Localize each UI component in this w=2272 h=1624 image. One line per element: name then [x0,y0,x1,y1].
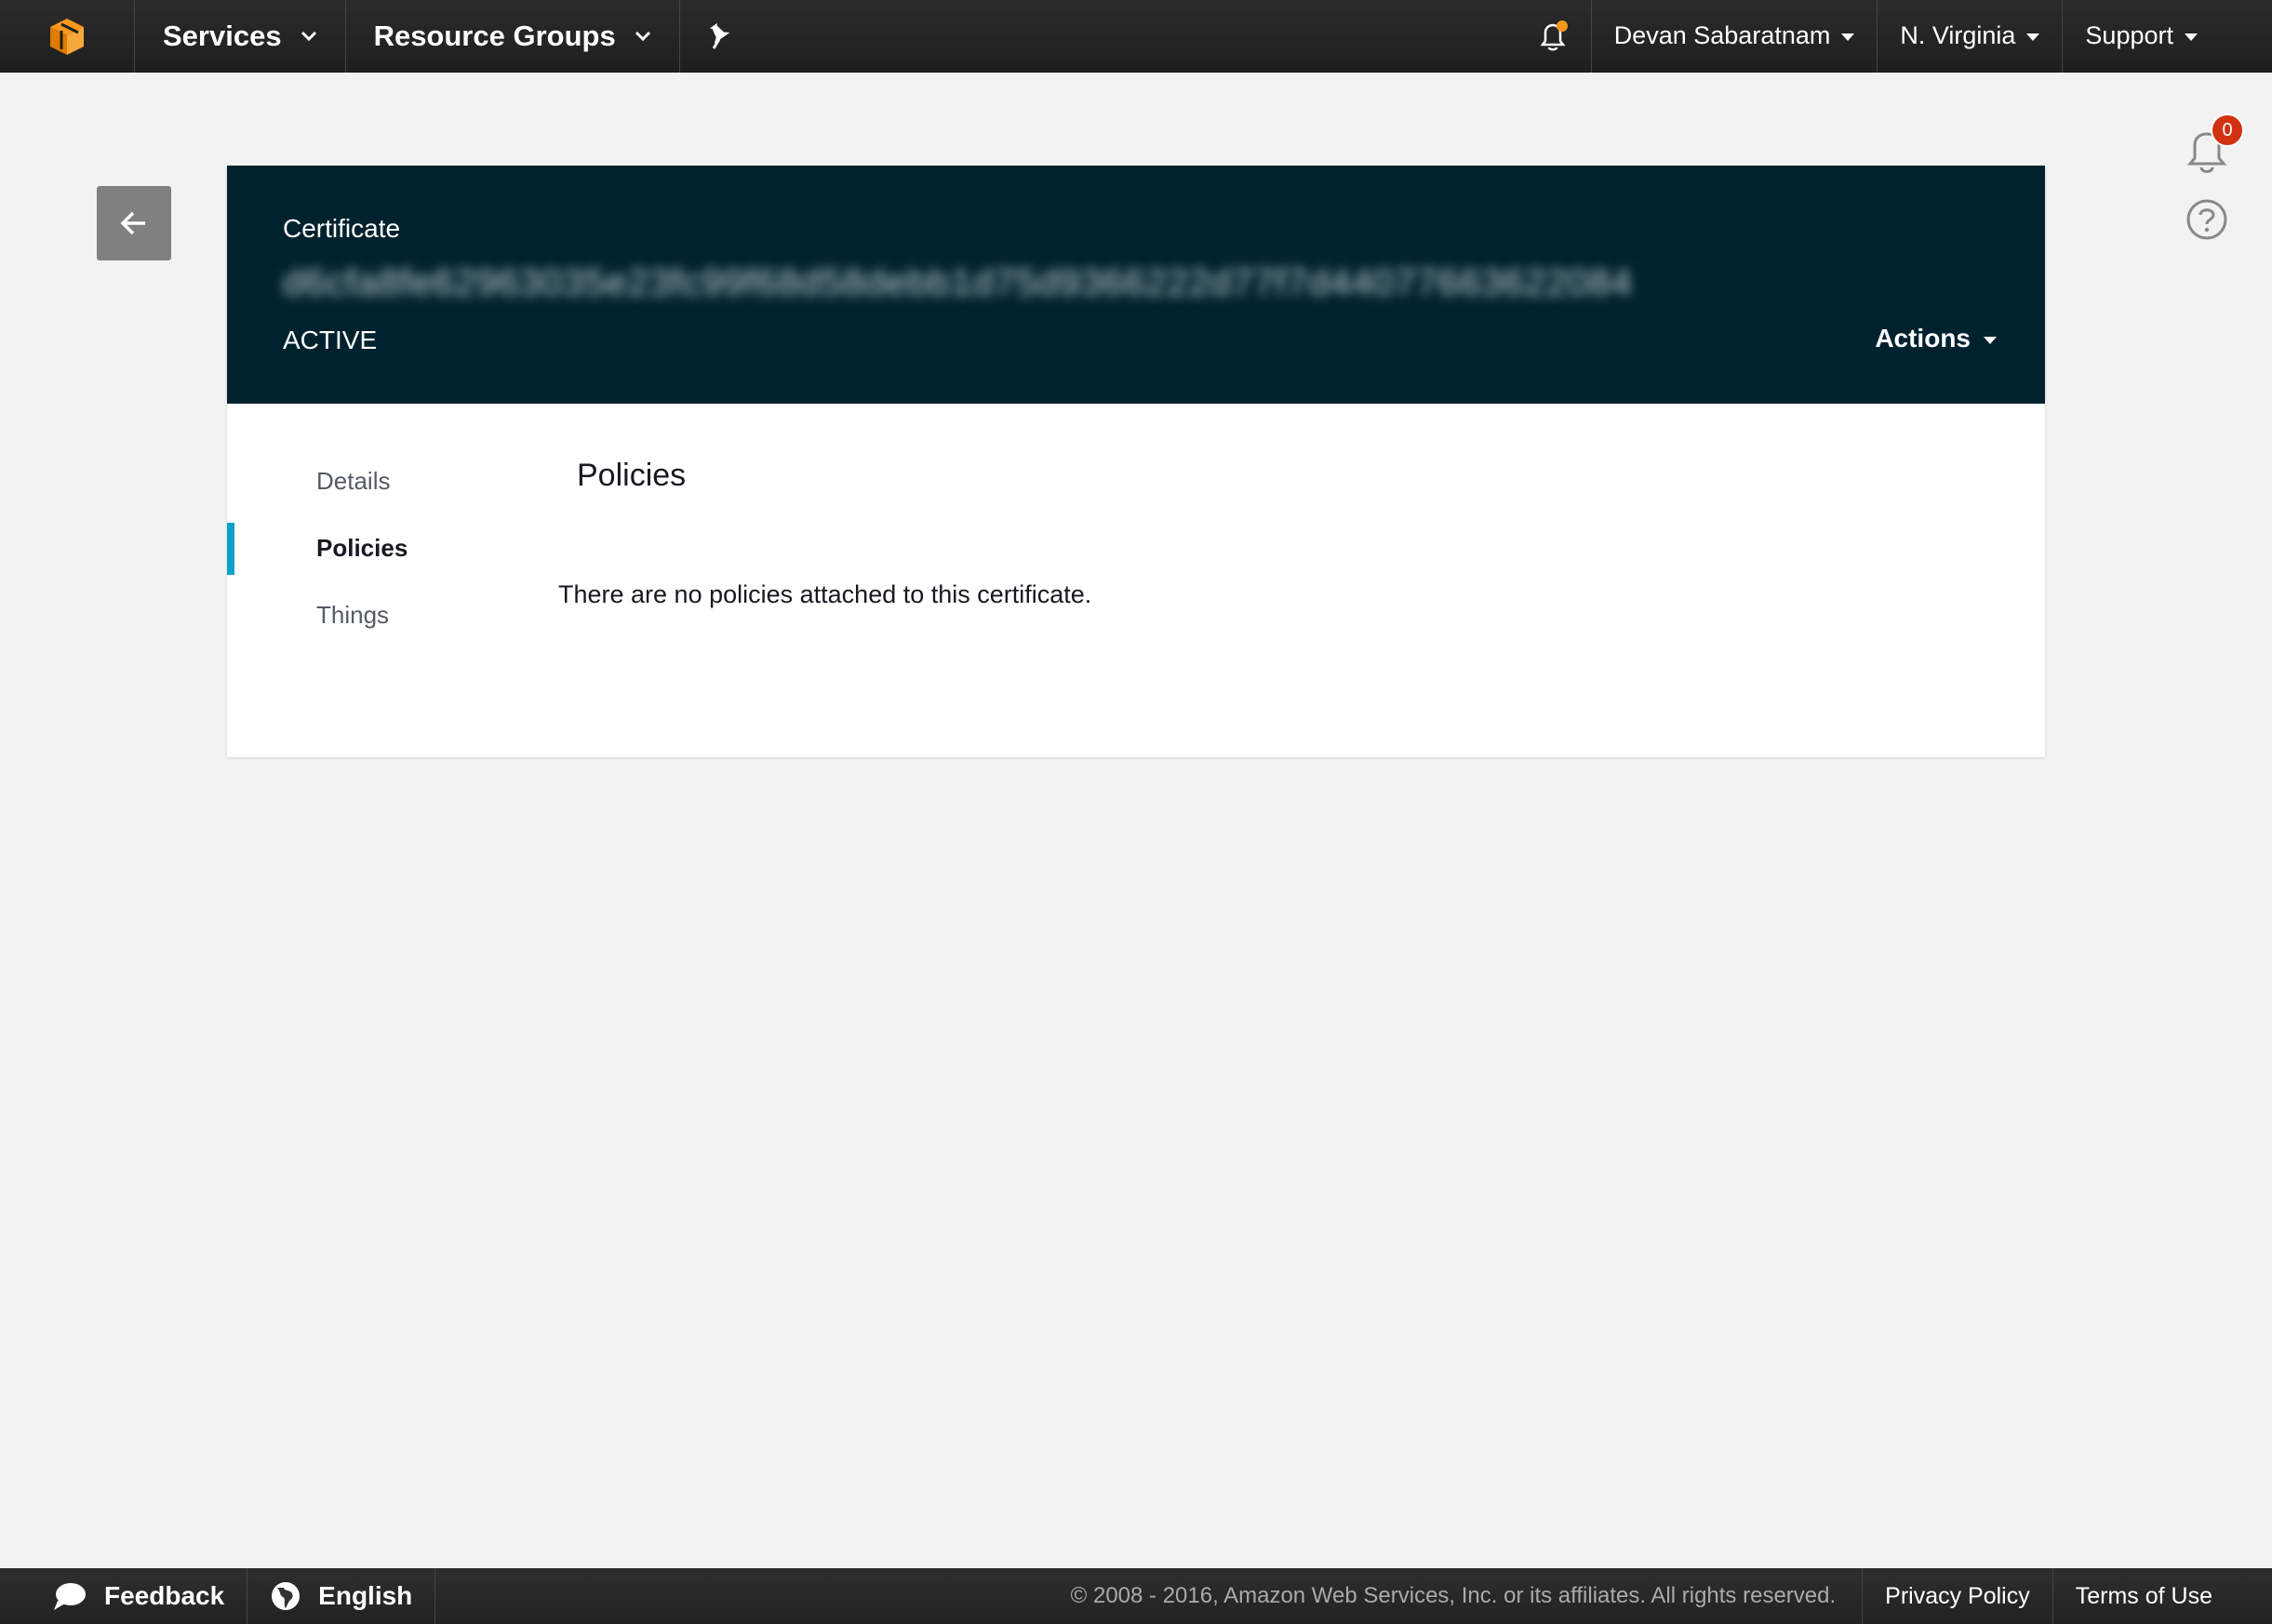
region-menu[interactable]: N. Virginia [1878,0,2064,73]
back-button[interactable] [97,186,171,260]
speech-bubble-icon [52,1580,87,1612]
resource-groups-menu[interactable]: Resource Groups [346,0,680,73]
pin-icon [709,22,729,49]
certificate-status: ACTIVE [283,326,378,354]
language-selector[interactable]: English [247,1568,436,1624]
privacy-policy-link[interactable]: Privacy Policy [1863,1568,2053,1624]
language-label: English [318,1581,413,1610]
help-button[interactable] [2185,198,2228,241]
certificate-header: Certificate d6cfa8fe62963035e23fc99f68d5… [227,166,2045,404]
caret-down-icon [2185,33,2198,41]
region-name: N. Virginia [1900,21,2016,49]
chevron-down-icon [635,31,651,42]
services-menu[interactable]: Services [135,0,346,73]
terms-of-use-link[interactable]: Terms of Use [2053,1568,2272,1624]
services-label: Services [163,19,282,52]
notifications-button[interactable]: 0 [2183,112,2248,177]
footer-bar: Feedback English © 2008 - 2016, Amazon W… [0,1568,2272,1624]
aws-cube-icon [50,18,84,55]
top-navigation-bar: Services Resource Groups Devan Sabaratna… [0,0,2272,73]
certificate-card: Certificate d6cfa8fe62963035e23fc99f68d5… [227,166,2045,757]
actions-label: Actions [1875,324,1971,353]
support-label: Support [2085,21,2173,49]
tab-details[interactable]: Details [316,467,390,496]
bell-icon [1540,20,1568,50]
globe-icon [270,1580,301,1612]
feedback-label: Feedback [104,1581,225,1610]
chevron-down-icon [301,31,317,42]
tab-policies[interactable]: Policies [316,534,408,563]
active-tab-indicator [227,523,234,575]
feedback-button[interactable]: Feedback [0,1568,248,1624]
alerts-button[interactable] [1515,0,1592,73]
aws-logo[interactable] [0,0,135,73]
notification-count-badge: 0 [2211,113,2244,147]
pin-shortcuts-button[interactable] [680,0,758,73]
certificate-id: d6cfa8fe62963035e23fc99f68d58debb1d75d93… [283,262,1633,303]
support-menu[interactable]: Support [2063,0,2272,73]
copyright-text: © 2008 - 2016, Amazon Web Services, Inc.… [1045,1568,1864,1624]
caret-down-icon [1841,33,1855,41]
section-title: Policies [577,458,687,493]
actions-button[interactable]: Actions [1875,324,1997,353]
caret-down-icon [2026,33,2040,41]
account-menu[interactable]: Devan Sabaratnam [1592,0,1878,73]
question-circle-icon [2186,199,2227,240]
arrow-left-icon [120,211,145,235]
tab-things[interactable]: Things [316,601,389,630]
empty-state-message: There are no policies attached to this c… [558,580,1092,608]
caret-down-icon [1984,336,1997,344]
account-name: Devan Sabaratnam [1613,21,1831,49]
certificate-label: Certificate [283,214,401,243]
resource-groups-label: Resource Groups [373,19,616,52]
